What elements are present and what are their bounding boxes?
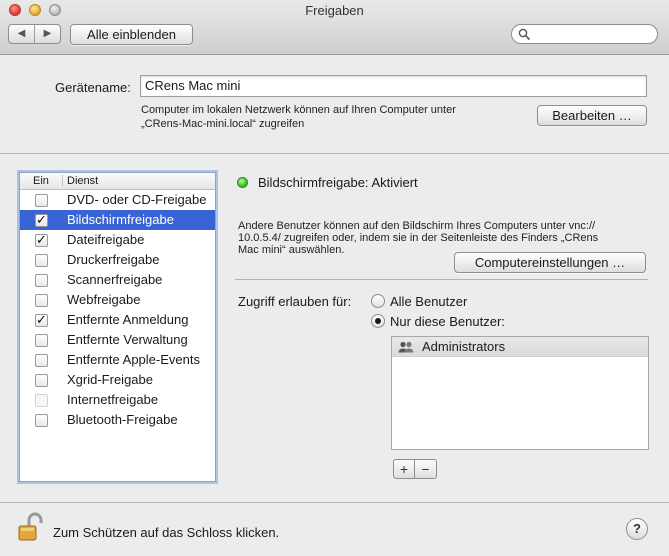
device-name-field[interactable]: CRens Mac mini (140, 75, 647, 97)
section-divider (235, 279, 648, 280)
device-name-help: Computer im lokalen Netzwerk können auf … (141, 103, 456, 131)
service-label: Webfreigabe (67, 292, 141, 307)
service-checkbox (35, 394, 48, 407)
service-label: Bluetooth-Freigabe (67, 412, 178, 427)
column-header-on[interactable]: Ein (33, 173, 49, 189)
remove-user-button[interactable]: − (414, 459, 437, 479)
users-rows: Administrators (392, 337, 648, 357)
column-divider (62, 175, 63, 187)
service-status: Bildschirmfreigabe: Aktiviert (258, 175, 418, 190)
service-label: Bildschirmfreigabe (67, 212, 174, 227)
services-list[interactable]: Ein Dienst DVD- oder CD-Freigabe Bildschi… (19, 172, 216, 482)
service-row[interactable]: Druckerfreigabe (20, 250, 215, 270)
computer-settings-button[interactable]: Computereinstellungen … (454, 252, 646, 273)
service-row[interactable]: DVD- oder CD-Freigabe (20, 190, 215, 210)
radio-all-users-label[interactable]: Alle Benutzer (390, 294, 467, 309)
service-row[interactable]: Bluetooth-Freigabe (20, 410, 215, 430)
toolbar: Freigaben ◀ ▶ Alle einblenden (0, 0, 669, 55)
service-row[interactable]: Internetfreigabe (20, 390, 215, 410)
search-icon (518, 28, 530, 40)
service-row[interactable]: Bildschirmfreigabe (20, 210, 215, 230)
user-label: Administrators (422, 339, 506, 354)
service-checkbox[interactable] (35, 354, 48, 367)
service-description: Andere Benutzer können auf den Bildschir… (238, 220, 648, 256)
services-rows: DVD- oder CD-Freigabe Bildschirmfreigabe D… (20, 190, 215, 430)
back-icon[interactable]: ◀ (9, 25, 35, 43)
service-label: Scannerfreigabe (67, 272, 163, 287)
help-button[interactable]: ? (626, 518, 648, 540)
service-label: Entfernte Anmeldung (67, 312, 189, 327)
radio-all-users[interactable] (371, 294, 385, 308)
service-row[interactable]: Entfernte Apple-Events (20, 350, 215, 370)
service-label: Dateifreigabe (67, 232, 145, 247)
service-row[interactable]: Scannerfreigabe (20, 270, 215, 290)
search-input[interactable] (511, 24, 658, 44)
user-row[interactable]: Administrators (392, 337, 648, 357)
service-checkbox[interactable] (35, 314, 48, 327)
service-checkbox[interactable] (35, 254, 48, 267)
access-label: Zugriff erlauben für: (238, 294, 352, 309)
service-label: Internetfreigabe (67, 392, 159, 407)
device-name-label: Gerätename: (55, 80, 131, 95)
service-row[interactable]: Dateifreigabe (20, 230, 215, 250)
lock-icon[interactable] (17, 512, 45, 542)
add-user-button[interactable]: + (393, 459, 415, 479)
service-label: Xgrid-Freigabe (67, 372, 153, 387)
device-name-help-line: Computer im lokalen Netzwerk können auf … (141, 104, 456, 116)
service-description-line: 10.0.5.4/ zugreifen oder, indem sie in d… (238, 232, 599, 244)
user-group-icon (398, 341, 414, 353)
users-list[interactable]: Administrators (391, 336, 649, 450)
services-list-header: Ein Dienst (20, 173, 215, 190)
service-checkbox[interactable] (35, 374, 48, 387)
sharing-preferences-window: Freigaben ◀ ▶ Alle einblenden Gerätename… (0, 0, 669, 556)
service-checkbox[interactable] (35, 194, 48, 207)
service-row[interactable]: Entfernte Anmeldung (20, 310, 215, 330)
status-indicator-icon (237, 177, 248, 188)
device-name-help-line: „CRens-Mac-mini.local“ zugreifen (141, 118, 305, 130)
lock-text: Zum Schützen auf das Schloss klicken. (53, 525, 280, 540)
edit-button[interactable]: Bearbeiten … (537, 105, 647, 126)
service-row[interactable]: Xgrid-Freigabe (20, 370, 215, 390)
service-checkbox[interactable] (35, 294, 48, 307)
service-checkbox[interactable] (35, 234, 48, 247)
navigation-segment: ◀ ▶ (8, 24, 61, 44)
service-checkbox[interactable] (35, 274, 48, 287)
radio-only-these-users-label[interactable]: Nur diese Benutzer: (390, 314, 505, 329)
service-checkbox[interactable] (35, 334, 48, 347)
service-row[interactable]: Entfernte Verwaltung (20, 330, 215, 350)
column-header-service[interactable]: Dienst (67, 173, 98, 189)
window-title: Freigaben (305, 3, 364, 18)
service-row[interactable]: Webfreigabe (20, 290, 215, 310)
show-all-button[interactable]: Alle einblenden (70, 24, 193, 45)
service-label: Druckerfreigabe (67, 252, 160, 267)
forward-icon[interactable]: ▶ (35, 25, 60, 43)
service-description-line: Andere Benutzer können auf den Bildschir… (238, 220, 596, 232)
radio-only-these-users[interactable] (371, 314, 385, 328)
service-label: DVD- oder CD-Freigabe (67, 192, 207, 207)
service-label: Entfernte Verwaltung (67, 332, 188, 347)
service-checkbox[interactable] (35, 214, 48, 227)
service-checkbox[interactable] (35, 414, 48, 427)
service-label: Entfernte Apple-Events (67, 352, 200, 367)
